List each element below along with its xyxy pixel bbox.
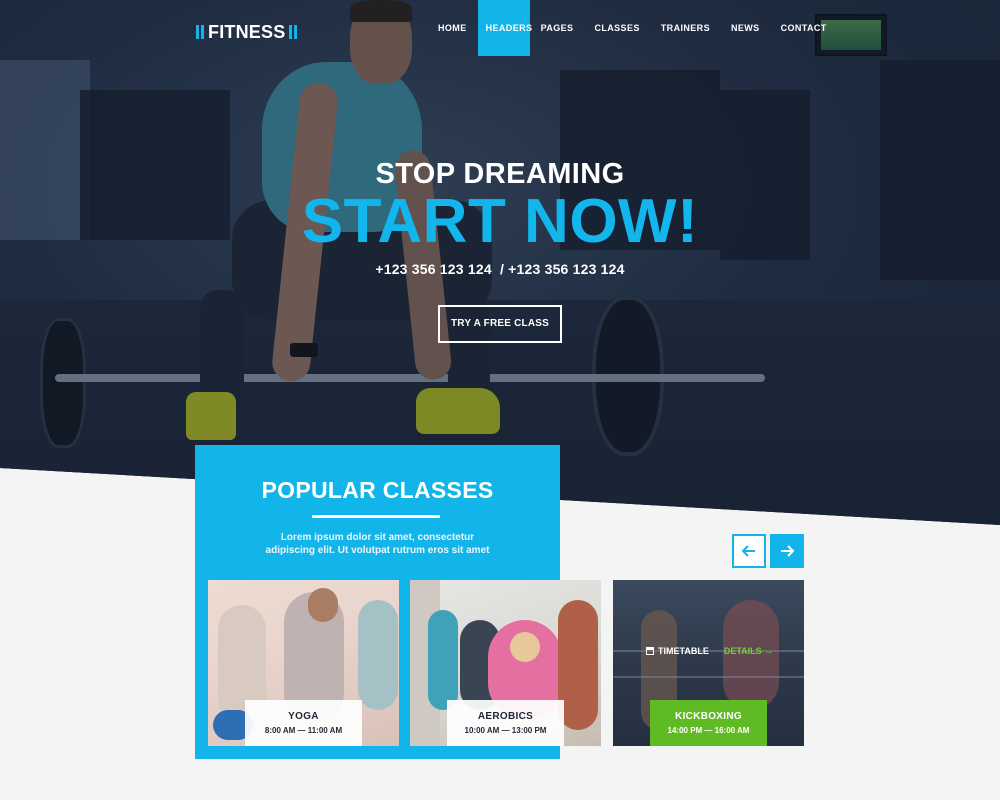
timetable-label: TIMETABLE: [658, 646, 709, 656]
next-slide-button[interactable]: [770, 534, 804, 568]
card-actions: TIMETABLE DETAILS →: [646, 646, 773, 656]
logo-mark-icon: [289, 25, 298, 39]
class-name: KICKBOXING: [675, 711, 742, 722]
person-figure: [358, 600, 398, 710]
details-link[interactable]: DETAILS →: [724, 646, 773, 656]
class-card-aerobics[interactable]: AEROBICS 10:00 AM — 13:00 PM: [410, 580, 601, 746]
nav-item-classes[interactable]: CLASSES: [584, 0, 649, 56]
nav-item-trainers[interactable]: TRAINERS: [651, 0, 720, 56]
nav-item-news[interactable]: NEWS: [721, 0, 770, 56]
try-free-class-button[interactable]: TRY A FREE CLASS: [438, 305, 562, 343]
arrow-left-icon: [741, 545, 755, 557]
class-time: 10:00 AM — 13:00 PM: [464, 726, 547, 735]
class-time: 8:00 AM — 11:00 AM: [264, 726, 343, 735]
arrow-right-icon: [781, 545, 795, 557]
class-label: YOGA 8:00 AM — 11:00 AM: [245, 700, 362, 746]
class-name: AEROBICS: [477, 711, 534, 722]
brand-name: FITNESS: [208, 21, 286, 42]
title-divider: [312, 515, 440, 518]
prev-slide-button[interactable]: [732, 534, 766, 568]
ring-rope: [613, 676, 804, 678]
person-figure: [558, 600, 598, 730]
nav-item-pages[interactable]: PAGES: [531, 0, 584, 56]
class-name: YOGA: [288, 711, 319, 722]
nav-item-headers[interactable]: HEADERS: [477, 0, 532, 56]
hero-phone-numbers: +123 356 123 124 / +123 356 123 124: [375, 261, 625, 277]
nav-item-home[interactable]: HOME: [428, 0, 477, 56]
hero-title: START NOW!: [301, 187, 699, 256]
section-title: POPULAR CLASSES: [261, 477, 494, 503]
class-label: AEROBICS 10:00 AM — 13:00 PM: [447, 700, 564, 746]
nav-item-contact[interactable]: CONTACT: [771, 0, 837, 56]
person-head: [510, 632, 540, 662]
brand-logo[interactable]: FITNESS: [196, 20, 298, 44]
class-label: KICKBOXING 14:00 PM — 16:00 AM: [650, 700, 767, 746]
timetable-link[interactable]: TIMETABLE: [646, 646, 709, 656]
section-description: Lorem ipsum dolor sit amet, consectetur …: [265, 532, 490, 556]
calendar-icon: [646, 647, 654, 655]
main-nav: HOME HEADERS PAGES CLASSES TRAINERS NEWS…: [428, 0, 837, 56]
logo-mark-icon: [196, 25, 204, 39]
person-figure: [428, 610, 458, 710]
class-card-kickboxing[interactable]: TIMETABLE DETAILS → KICKBOXING 14:00 PM …: [613, 580, 804, 746]
class-time: 14:00 PM — 16:00 AM: [667, 726, 750, 735]
person-head: [308, 588, 338, 622]
class-card-yoga[interactable]: YOGA 8:00 AM — 11:00 AM: [208, 580, 399, 746]
